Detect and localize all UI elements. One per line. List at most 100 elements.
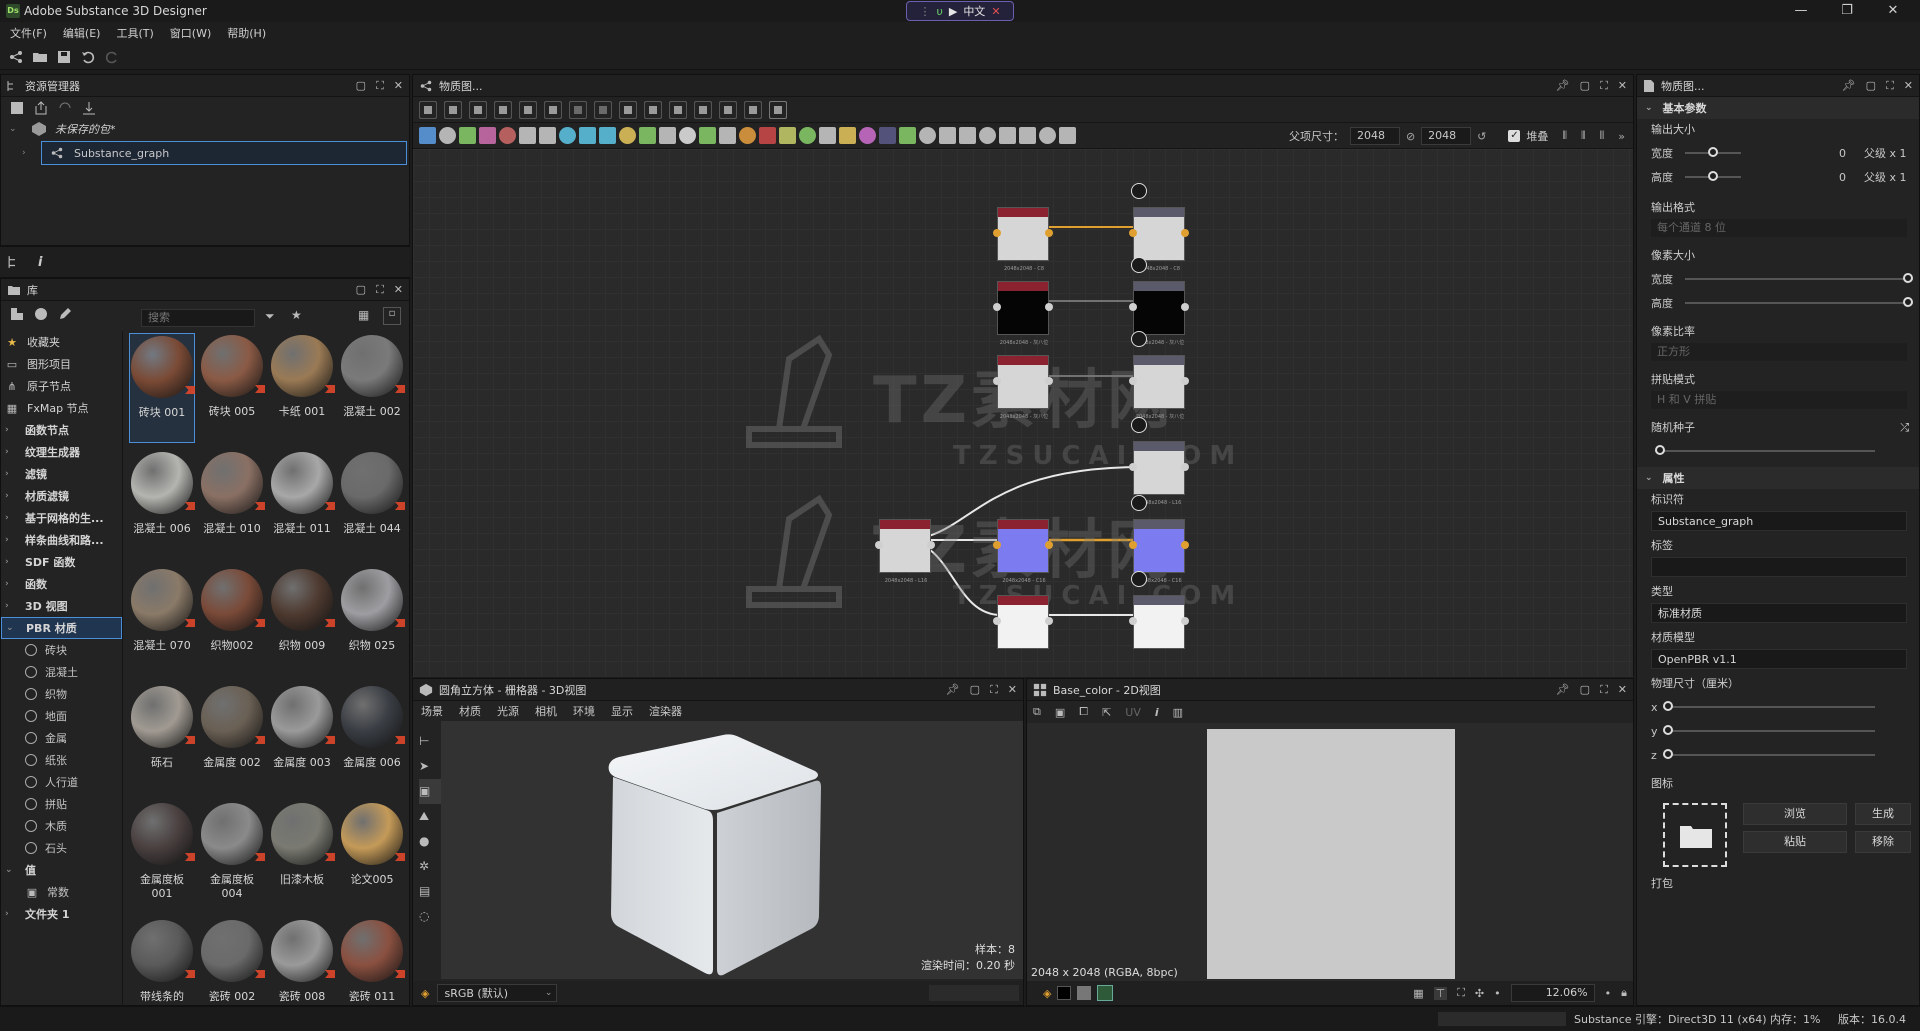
close-panel-icon[interactable]: ✕ <box>1008 683 1017 697</box>
chevron-right-icon[interactable]: › <box>5 447 17 457</box>
thumbnail-size-icon[interactable]: ▫ <box>383 307 401 325</box>
pin-icon[interactable]: 📌︎ <box>1556 683 1570 697</box>
hierarchy-icon[interactable]: ⊢ <box>419 729 441 754</box>
table-icon[interactable] <box>594 100 612 119</box>
grid-toggle-icon[interactable] <box>769 100 787 119</box>
atomic-node-button-icon[interactable] <box>879 127 896 144</box>
output-width-knob[interactable] <box>1708 147 1718 157</box>
material-tile[interactable]: 混凝土 010 <box>199 450 265 560</box>
link-mode-icon[interactable] <box>544 100 562 119</box>
pixel-height-slider[interactable] <box>1685 297 1913 307</box>
paste-button[interactable]: 粘贴 <box>1743 831 1847 853</box>
output-height-knob[interactable] <box>1708 171 1718 181</box>
atomic-node-button-icon[interactable] <box>679 127 696 144</box>
library-category-item[interactable]: ★ 收藏夹 <box>1 331 122 353</box>
view2d-viewport[interactable]: 2048 x 2048 (RGBA, 8bpc) <box>1027 723 1633 981</box>
physical-x-slider[interactable] <box>1663 701 1875 711</box>
material-tile[interactable]: 织物002 <box>199 567 265 677</box>
tools-icon[interactable] <box>694 100 712 119</box>
pin-icon[interactable]: 📌︎ <box>946 683 960 697</box>
node-output-port[interactable] <box>1181 229 1189 237</box>
atomic-node-button-icon[interactable] <box>659 127 676 144</box>
atomic-node-button-icon[interactable] <box>939 127 956 144</box>
material-tile[interactable]: 混凝土 002 <box>339 333 405 443</box>
stack-checkbox[interactable]: ✓ <box>1508 130 1521 142</box>
material-tile[interactable]: 瓷砖 011 <box>339 918 405 1007</box>
save-package-icon[interactable] <box>9 100 25 116</box>
chevron-right-icon[interactable]: › <box>5 491 17 501</box>
refresh-icon[interactable] <box>57 100 73 116</box>
center-icon[interactable]: ✣ <box>1475 987 1484 1000</box>
new-graph-icon[interactable] <box>8 49 24 65</box>
library-category-item[interactable]: 砖块 <box>1 639 122 661</box>
chevron-right-icon[interactable]: › <box>5 601 17 611</box>
sphere-icon[interactable]: ◌ <box>419 904 441 929</box>
shuffle-icon[interactable]: ⤮ <box>1900 417 1909 439</box>
library-category-item[interactable]: 拼贴 <box>1 793 122 815</box>
float-icon[interactable]: ▢ <box>1580 79 1590 93</box>
library-category-item[interactable]: 人行道 <box>1 771 122 793</box>
atomic-node-button-icon[interactable] <box>799 127 816 144</box>
identifier-field[interactable]: Substance_graph <box>1651 511 1907 531</box>
node-input-port[interactable] <box>993 303 1001 311</box>
view3d-menu-environment[interactable]: 环境 <box>573 703 595 719</box>
library-category-item[interactable]: › SDF 函数 <box>1 551 122 573</box>
fit-icon[interactable]: ⛶ <box>1457 986 1465 1000</box>
atomic-node-button-icon[interactable] <box>699 127 716 144</box>
grid-icon[interactable]: ▦ <box>1413 987 1423 1000</box>
package-row[interactable]: ⌄ 未保存的包* <box>1 119 409 139</box>
menu-window[interactable]: 窗口(W) <box>170 25 211 41</box>
atomic-node-button-icon[interactable] <box>579 127 596 144</box>
chevron-down-icon[interactable]: ⌄ <box>1645 103 1653 113</box>
atomic-node-button-icon[interactable] <box>779 127 796 144</box>
atomic-node-button-icon[interactable] <box>859 127 876 144</box>
channels-icon[interactable] <box>1097 985 1114 1001</box>
physical-y-slider[interactable] <box>1663 725 1875 735</box>
graph-node[interactable]: 2048x2048 - C16 <box>1129 519 1189 584</box>
graph-node[interactable]: 2048x2048 - 灰八位 <box>993 281 1053 346</box>
info-icon[interactable]: i <box>1155 706 1159 719</box>
chevron-right-icon[interactable]: › <box>5 909 17 919</box>
node-output-port[interactable] <box>1181 377 1189 385</box>
material-tile[interactable]: 瓷砖 002 <box>199 918 265 1007</box>
publish-icon[interactable] <box>81 100 97 116</box>
chevron-right-icon[interactable]: › <box>5 469 17 479</box>
atomic-node-button-icon[interactable] <box>419 127 436 144</box>
view3d-menu-lights[interactable]: 光源 <box>497 703 519 719</box>
float-icon[interactable]: ▢ <box>356 79 366 93</box>
atomic-node-button-icon[interactable] <box>619 127 636 144</box>
colorspace-select[interactable]: sRGB (默认) ⌄ <box>437 984 558 1002</box>
atomic-node-button-icon[interactable] <box>959 127 976 144</box>
view3d-menu-material[interactable]: 材质 <box>459 703 481 719</box>
checker-background-icon[interactable] <box>1077 986 1092 1000</box>
layers-icon[interactable]: ◈ <box>1043 987 1051 1000</box>
library-category-item[interactable]: › 基于网格的生... <box>1 507 122 529</box>
atomic-node-button-icon[interactable] <box>639 127 656 144</box>
node-input-port[interactable] <box>993 377 1001 385</box>
info-icon[interactable]: i <box>38 255 42 270</box>
node-input-port[interactable] <box>875 541 883 549</box>
library-category-item[interactable]: ▦ FxMap 节点 <box>1 397 122 419</box>
material-tile[interactable]: 论文005 <box>339 801 405 911</box>
library-category-item[interactable]: ▣ 常数 <box>1 881 122 903</box>
library-category-item[interactable]: 金属 <box>1 727 122 749</box>
atomic-node-button-icon[interactable] <box>999 127 1016 144</box>
maximize-panel-icon[interactable]: ⛶ <box>376 283 384 297</box>
graph-canvas[interactable]: TZ素材网 TZSUCAI.COM TZ素材网 TZSUCAI.COM 2048… <box>413 149 1633 677</box>
node-output-port[interactable] <box>1045 303 1053 311</box>
add-url-icon[interactable] <box>33 306 49 322</box>
menu-tools[interactable]: 工具(T) <box>116 25 153 41</box>
atomic-node-button-icon[interactable] <box>439 127 456 144</box>
library-category-item[interactable]: › 纹理生成器 <box>1 441 122 463</box>
maximize-panel-icon[interactable]: ⛶ <box>990 683 998 697</box>
random-seed-slider[interactable] <box>1655 445 1875 455</box>
material-tile[interactable]: 混凝土 044 <box>339 450 405 560</box>
graph-tree-item[interactable]: › Substance_graph <box>22 141 407 165</box>
atomic-node-button-icon[interactable] <box>899 127 916 144</box>
graph-node[interactable]: 2048x2048 - 灰八位 <box>1129 355 1189 420</box>
physical-z-slider[interactable] <box>1663 749 1875 759</box>
library-category-item[interactable]: ▭ 图形项目 <box>1 353 122 375</box>
view3d-menu-scene[interactable]: 场景 <box>421 703 443 719</box>
node-input-port[interactable] <box>1129 377 1137 385</box>
chevron-down-icon[interactable]: ⌄ <box>6 623 18 633</box>
